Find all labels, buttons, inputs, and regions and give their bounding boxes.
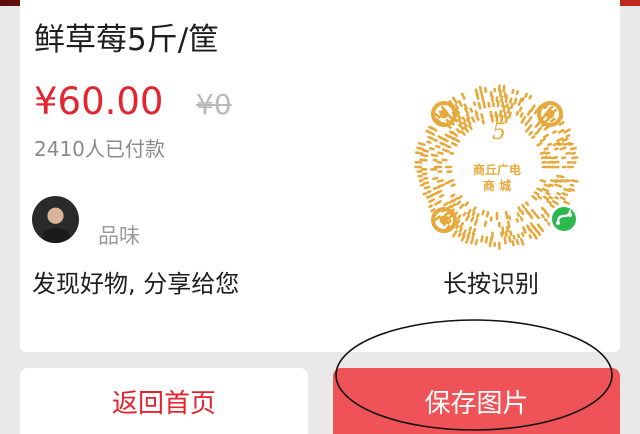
save-image-button[interactable]: 保存图片 xyxy=(333,368,620,434)
long-press-hint: 长按识别 xyxy=(443,270,539,298)
share-message: 发现好物, 分享给您 xyxy=(32,270,240,298)
mini-program-qr-code[interactable]: 5 商丘广电 商 城 xyxy=(412,82,582,252)
logo-mark-icon: 5 xyxy=(492,120,506,145)
qr-logo-line1: 商丘广电 xyxy=(473,162,521,177)
wechat-mini-program-icon xyxy=(549,204,579,234)
original-price: ¥0 xyxy=(196,88,232,121)
product-title: 鲜草莓5斤/筐 xyxy=(34,22,220,58)
paid-count: 2410人已付款 xyxy=(34,137,165,161)
qr-logo-line2: 商 城 xyxy=(483,178,511,193)
back-home-button[interactable]: 返回首页 xyxy=(20,368,308,434)
avatar xyxy=(32,196,79,243)
sharer-name: 品味 xyxy=(98,224,140,248)
product-price: ¥60.00 xyxy=(34,80,164,123)
